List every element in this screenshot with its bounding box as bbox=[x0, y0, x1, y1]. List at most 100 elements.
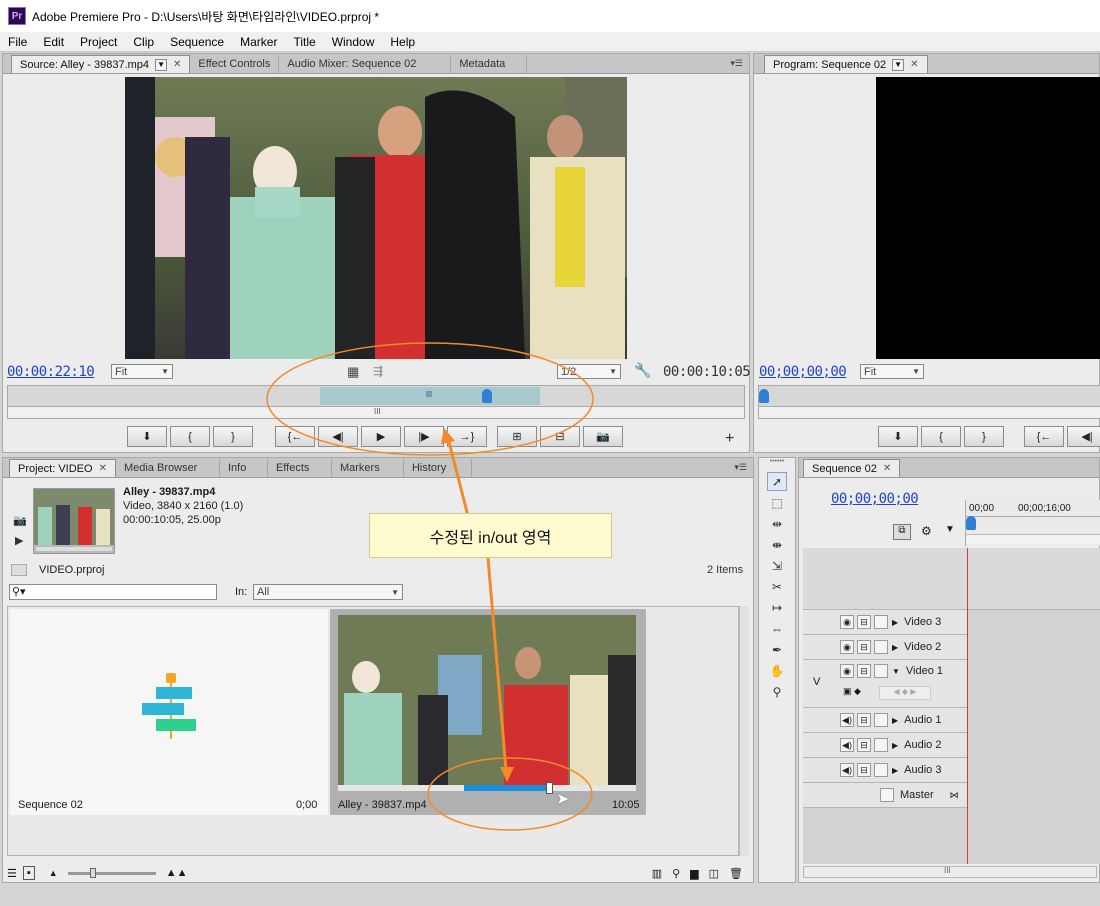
icon-view-icon[interactable]: ▪ bbox=[22, 866, 35, 880]
track-master[interactable]: Master ⋈ bbox=[803, 783, 967, 808]
expand-arrow-icon[interactable]: ▶ bbox=[892, 716, 898, 725]
clip-inout-progress[interactable] bbox=[464, 785, 546, 791]
snap-icon[interactable]: ⧉ bbox=[893, 524, 911, 540]
speaker-icon[interactable]: ◀) bbox=[840, 713, 854, 727]
wrench-icon[interactable]: 🔧 bbox=[634, 362, 651, 379]
marker-icon[interactable]: ▼ bbox=[945, 524, 955, 535]
chevron-down-icon[interactable]: ▼ bbox=[892, 58, 905, 71]
project-scrollbar[interactable] bbox=[739, 606, 749, 856]
lock-icon[interactable]: ⊟ bbox=[857, 738, 871, 752]
chevron-down-icon[interactable]: ▼ bbox=[155, 58, 168, 71]
waveform-icon[interactable]: ⇶ bbox=[373, 364, 383, 378]
timeline-timecode[interactable]: 00;00;00;00 bbox=[831, 491, 919, 507]
expand-arrow-icon[interactable]: ▶ bbox=[892, 618, 898, 627]
v-target-label[interactable]: V bbox=[813, 676, 820, 688]
trash-icon[interactable]: 🗑 bbox=[729, 867, 743, 880]
tab-effects[interactable]: Effects bbox=[268, 459, 332, 477]
program-time-ruler[interactable] bbox=[758, 385, 1100, 419]
source-timecode-in[interactable]: 00:00:22:10 bbox=[7, 364, 95, 380]
timeline-ruler[interactable]: 00;00 00;00;16;00 bbox=[965, 500, 1100, 546]
program-timecode[interactable]: 00;00;00;00 bbox=[759, 364, 847, 380]
film-icon[interactable]: ▦ bbox=[347, 364, 359, 380]
in-filter-dropdown[interactable]: All ▼ bbox=[253, 584, 403, 600]
menu-file[interactable]: File bbox=[0, 35, 35, 49]
expand-arrow-icon[interactable]: ▶ bbox=[892, 766, 898, 775]
playhead-icon[interactable] bbox=[759, 389, 769, 403]
automate-icon[interactable]: ▥ bbox=[652, 867, 662, 880]
collapse-icon[interactable] bbox=[874, 738, 888, 752]
tab-source[interactable]: Source: Alley - 39837.mp4 ▼ ✕ bbox=[11, 55, 191, 73]
add-marker-button[interactable]: ⬇ bbox=[878, 426, 918, 447]
pen-tool-icon[interactable]: ✒ bbox=[767, 640, 787, 659]
menu-edit[interactable]: Edit bbox=[35, 35, 72, 49]
go-to-in-button[interactable]: {← bbox=[275, 426, 315, 447]
lock-icon[interactable]: ⊟ bbox=[857, 640, 871, 654]
preview-scrub-bar[interactable] bbox=[36, 547, 112, 551]
sequence-item[interactable]: Sequence 02 0;00 bbox=[10, 609, 328, 815]
panel-menu-icon[interactable]: ▾☰ bbox=[730, 58, 743, 69]
track-audio2[interactable]: ◀) ⊟ ▶ Audio 2 bbox=[803, 733, 967, 758]
slide-tool-icon[interactable]: ⇔ bbox=[767, 619, 787, 638]
track-video2[interactable]: ◉ ⊟ ▶ Video 2 bbox=[803, 635, 967, 660]
search-input[interactable]: ⚲▾ bbox=[9, 584, 217, 600]
step-back-button[interactable]: ◀| bbox=[318, 426, 358, 447]
lock-icon[interactable]: ⊟ bbox=[857, 615, 871, 629]
playhead-icon[interactable] bbox=[482, 389, 492, 403]
source-time-ruler[interactable]: III bbox=[7, 385, 745, 419]
close-icon[interactable]: ✕ bbox=[910, 59, 918, 70]
zoom-slider[interactable] bbox=[67, 867, 156, 878]
zoom-out-icon[interactable]: ▲ bbox=[49, 868, 58, 878]
menu-marker[interactable]: Marker bbox=[232, 35, 285, 49]
add-marker-button[interactable]: ⬇ bbox=[127, 426, 167, 447]
close-icon[interactable]: ✕ bbox=[883, 463, 891, 474]
tab-markers[interactable]: Markers bbox=[332, 459, 404, 477]
export-frame-button[interactable]: 📷 bbox=[583, 426, 623, 447]
speaker-icon[interactable]: ◀) bbox=[840, 738, 854, 752]
close-icon[interactable]: ✕ bbox=[173, 59, 181, 70]
go-to-out-button[interactable]: →} bbox=[447, 426, 487, 447]
program-fit-dropdown[interactable]: Fit ▼ bbox=[860, 364, 924, 379]
overwrite-button[interactable]: ⊟ bbox=[540, 426, 580, 447]
mark-in-button[interactable]: { bbox=[921, 426, 961, 447]
collapse-icon[interactable] bbox=[874, 615, 888, 629]
tab-audio-mixer[interactable]: Audio Mixer: Sequence 02 bbox=[279, 55, 452, 73]
menu-help[interactable]: Help bbox=[382, 35, 423, 49]
panel-menu-icon[interactable]: ▾☰ bbox=[734, 462, 747, 473]
link-icon[interactable]: ⚙ bbox=[921, 524, 932, 538]
preview-thumbnail[interactable] bbox=[33, 488, 115, 554]
menu-project[interactable]: Project bbox=[72, 35, 125, 49]
step-back-button[interactable]: ◀| bbox=[1067, 426, 1100, 447]
track-video3[interactable]: ◉ ⊟ ▶ Video 3 bbox=[803, 610, 967, 635]
tab-metadata[interactable]: Metadata bbox=[451, 55, 528, 73]
program-zoom-bar[interactable] bbox=[759, 406, 1100, 418]
collapse-icon[interactable] bbox=[874, 640, 888, 654]
clip-out-handle-icon[interactable] bbox=[546, 782, 553, 794]
playhead-icon[interactable] bbox=[966, 516, 976, 530]
keyframe-nav-icon[interactable]: ◀ ◆ ▶ bbox=[879, 686, 931, 700]
play-button[interactable]: ▶ bbox=[361, 426, 401, 447]
lock-icon[interactable]: ⊟ bbox=[857, 713, 871, 727]
zoom-in-icon[interactable]: ▲▲ bbox=[166, 867, 188, 879]
tab-program[interactable]: Program: Sequence 02 ▼ ✕ bbox=[764, 55, 928, 73]
rate-stretch-tool-icon[interactable]: ⇲ bbox=[767, 556, 787, 575]
zoom-grip-icon[interactable]: III bbox=[374, 407, 381, 416]
mark-out-button[interactable]: } bbox=[213, 426, 253, 447]
close-icon[interactable]: ✕ bbox=[99, 463, 107, 474]
keyframe-display-icon[interactable]: ▣ ◆ bbox=[843, 686, 861, 697]
track-select-tool-icon[interactable]: ⬚ bbox=[767, 493, 787, 512]
source-fit-dropdown[interactable]: Fit ▼ bbox=[111, 364, 173, 379]
track-audio1[interactable]: ◀) ⊟ ▶ Audio 1 bbox=[803, 708, 967, 733]
menu-title[interactable]: Title bbox=[285, 35, 323, 49]
eye-icon[interactable]: ◉ bbox=[840, 615, 854, 629]
collapse-arrow-icon[interactable]: ▼ bbox=[892, 667, 900, 676]
resolution-dropdown[interactable]: 1/2 ▼ bbox=[557, 364, 621, 379]
insert-button[interactable]: ⊞ bbox=[497, 426, 537, 447]
mark-out-button[interactable]: } bbox=[964, 426, 1004, 447]
new-item-icon[interactable]: ◫ bbox=[709, 867, 719, 880]
inout-handle-icon[interactable] bbox=[426, 391, 432, 397]
tab-info[interactable]: Info bbox=[220, 459, 268, 477]
zoom-slider-thumb[interactable] bbox=[89, 867, 96, 878]
tab-project[interactable]: Project: VIDEO ✕ bbox=[9, 459, 116, 477]
menu-sequence[interactable]: Sequence bbox=[162, 35, 232, 49]
track-audio3[interactable]: ◀) ⊟ ▶ Audio 3 bbox=[803, 758, 967, 783]
